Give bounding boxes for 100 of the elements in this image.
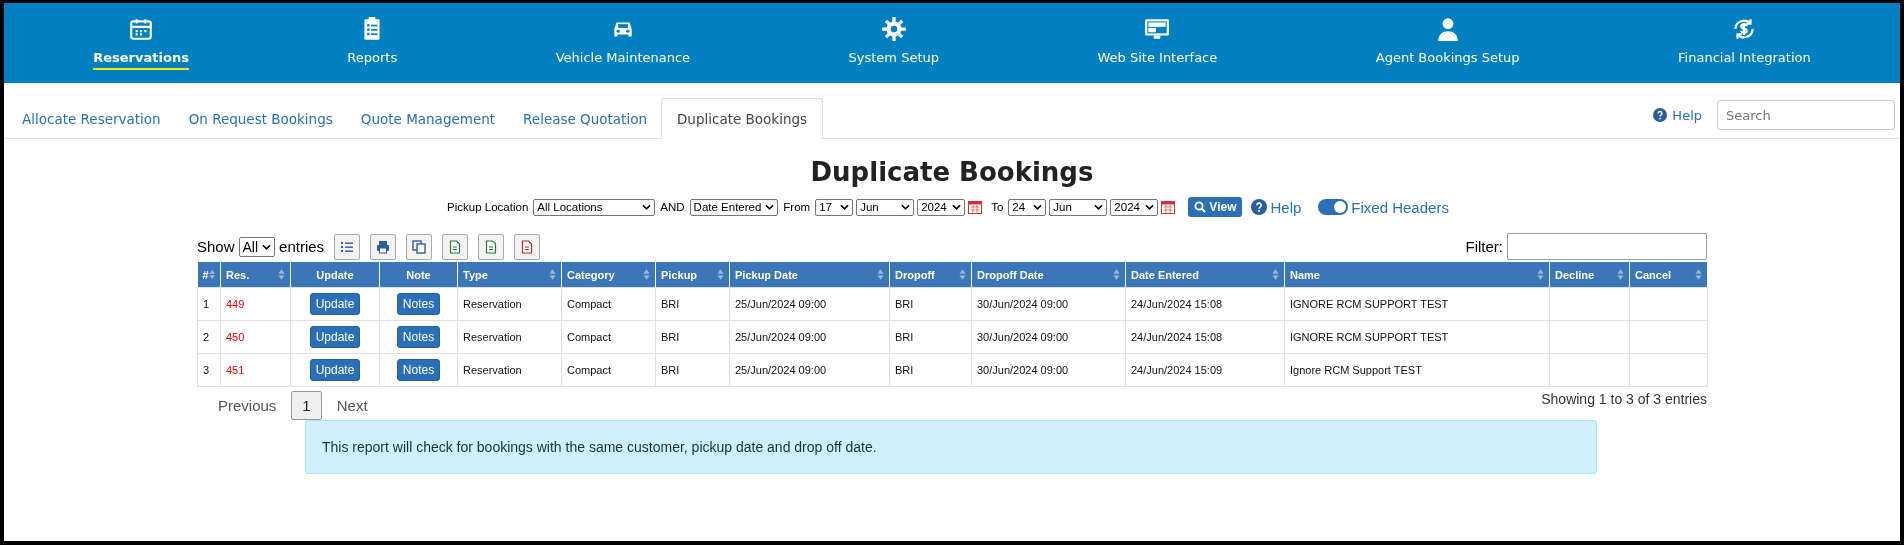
table-cell: 30/Jun/2024 09:00	[971, 353, 1126, 387]
column-header[interactable]: #	[197, 262, 221, 288]
table-cell: 25/Jun/2024 09:00	[729, 353, 890, 387]
monitor-icon	[1144, 16, 1171, 42]
calendar-icon[interactable]	[1161, 200, 1176, 214]
table-cell: Ignore RCM Support TEST	[1284, 353, 1550, 387]
caret-icon	[1145, 204, 1155, 210]
tab[interactable]: On Request Bookings	[174, 98, 347, 139]
previous-link[interactable]: Previous	[205, 391, 290, 420]
table-cell: BRI	[889, 320, 972, 354]
update-button[interactable]: Update	[309, 326, 361, 348]
date-type-select[interactable]: Date Entered	[689, 198, 779, 216]
tab[interactable]: Duplicate Bookings	[660, 98, 824, 139]
date-select[interactable]: 2024	[1110, 198, 1159, 216]
next-link[interactable]: Next	[323, 391, 381, 420]
table-cell: IGNORE RCM SUPPORT TEST	[1284, 320, 1550, 354]
nav-item[interactable]: Reservations	[93, 3, 189, 83]
caret-icon	[262, 243, 272, 250]
show-label: Show	[197, 238, 235, 255]
column-header[interactable]: Name	[1284, 262, 1550, 288]
nav-item[interactable]: Web Site Interface	[1097, 3, 1218, 83]
column-header[interactable]: Pickup	[655, 262, 730, 288]
list-icon	[340, 239, 355, 254]
column-header[interactable]: Decline	[1549, 262, 1630, 288]
filter-label: Filter:	[1465, 238, 1503, 255]
sort-icon	[643, 268, 650, 281]
location-select[interactable]: All Locations	[533, 198, 656, 216]
column-header[interactable]: Category	[561, 262, 656, 288]
pdf-button[interactable]	[514, 233, 541, 260]
csv-button[interactable]	[478, 233, 505, 260]
caret-icon	[952, 204, 962, 210]
copy-button[interactable]	[406, 233, 433, 260]
table-cell: IGNORE RCM SUPPORT TEST	[1284, 287, 1550, 321]
date-select[interactable]: 17	[815, 198, 854, 216]
nav-item[interactable]: System Setup	[848, 3, 939, 83]
calendar-icon[interactable]	[968, 200, 983, 214]
date-select[interactable]: Jun	[1049, 198, 1108, 216]
sort-icon	[1113, 268, 1120, 281]
entries-select[interactable]: All	[238, 236, 276, 257]
sort-icon	[877, 268, 884, 281]
and-label: AND	[660, 201, 685, 213]
caret-icon	[1094, 204, 1104, 210]
list-button[interactable]	[334, 233, 361, 260]
reservation-link[interactable]: 450	[220, 320, 291, 354]
tab[interactable]: Release Quotation	[509, 98, 661, 139]
nav-item[interactable]: Financial Integration	[1678, 3, 1811, 83]
notes-button[interactable]: Notes	[396, 326, 441, 348]
info-alert: This report will check for bookings with the same customer, pickup date and drop off date.	[305, 420, 1597, 474]
nav-item[interactable]: Reports	[347, 3, 398, 83]
table-cell: 2	[197, 320, 221, 354]
column-header[interactable]: Date Entered	[1125, 262, 1285, 288]
excel-button[interactable]	[442, 233, 469, 260]
filter-field[interactable]	[1507, 233, 1707, 260]
notes-button[interactable]: Notes	[396, 293, 441, 315]
table-cell: Reservation	[457, 353, 562, 387]
column-header[interactable]: Cancel	[1629, 262, 1708, 288]
help-icon[interactable]	[1251, 199, 1268, 215]
caret-icon	[765, 204, 775, 210]
page-button[interactable]: 1	[291, 391, 322, 420]
date-select[interactable]: Jun	[856, 198, 915, 216]
table-cell: Compact	[561, 320, 656, 354]
nav-item[interactable]: Agent Bookings Setup	[1375, 3, 1520, 83]
reservation-link[interactable]: 449	[220, 287, 291, 321]
nav-item[interactable]: Vehicle Maintenance	[555, 3, 691, 83]
caret-icon	[901, 204, 911, 210]
notes-button[interactable]: Notes	[396, 359, 441, 381]
table-cell: BRI	[889, 287, 972, 321]
entries-label: entries	[279, 238, 325, 255]
help-icon[interactable]	[1653, 108, 1668, 122]
table-cell: BRI	[655, 353, 730, 387]
update-button[interactable]: Update	[309, 293, 361, 315]
column-header[interactable]: Pickup Date	[729, 262, 890, 288]
update-button[interactable]: Update	[309, 359, 361, 381]
table-cell: 30/Jun/2024 09:00	[971, 320, 1126, 354]
help-link[interactable]: Help	[1672, 107, 1702, 123]
print-button[interactable]	[370, 233, 397, 260]
date-select[interactable]: 24	[1008, 198, 1047, 216]
tab[interactable]: Quote Management	[346, 98, 510, 139]
caret-icon	[642, 204, 652, 210]
tab[interactable]: Allocate Reservation	[8, 98, 175, 139]
column-header[interactable]: Type	[457, 262, 562, 288]
sort-icon	[1537, 268, 1544, 281]
date-select[interactable]: 2024	[917, 198, 966, 216]
caret-icon	[1033, 204, 1043, 210]
excel-icon	[448, 239, 463, 254]
reservation-link[interactable]: 451	[220, 353, 291, 387]
column-header[interactable]: Res.	[220, 262, 291, 288]
search-field[interactable]: Search	[1717, 100, 1895, 130]
column-header[interactable]: Dropoff	[889, 262, 972, 288]
sort-icon	[549, 268, 556, 281]
view-button[interactable]: View	[1188, 197, 1243, 217]
help-link[interactable]: Help	[1270, 198, 1302, 216]
table-cell: BRI	[655, 287, 730, 321]
column-header[interactable]: Dropoff Date	[971, 262, 1126, 288]
table-cell: BRI	[889, 353, 972, 387]
table-cell: 3	[197, 353, 221, 387]
print-icon	[376, 239, 391, 254]
toggle-switch[interactable]	[1318, 199, 1349, 215]
column-header[interactable]: Note	[379, 262, 458, 288]
column-header[interactable]: Update	[290, 262, 380, 288]
